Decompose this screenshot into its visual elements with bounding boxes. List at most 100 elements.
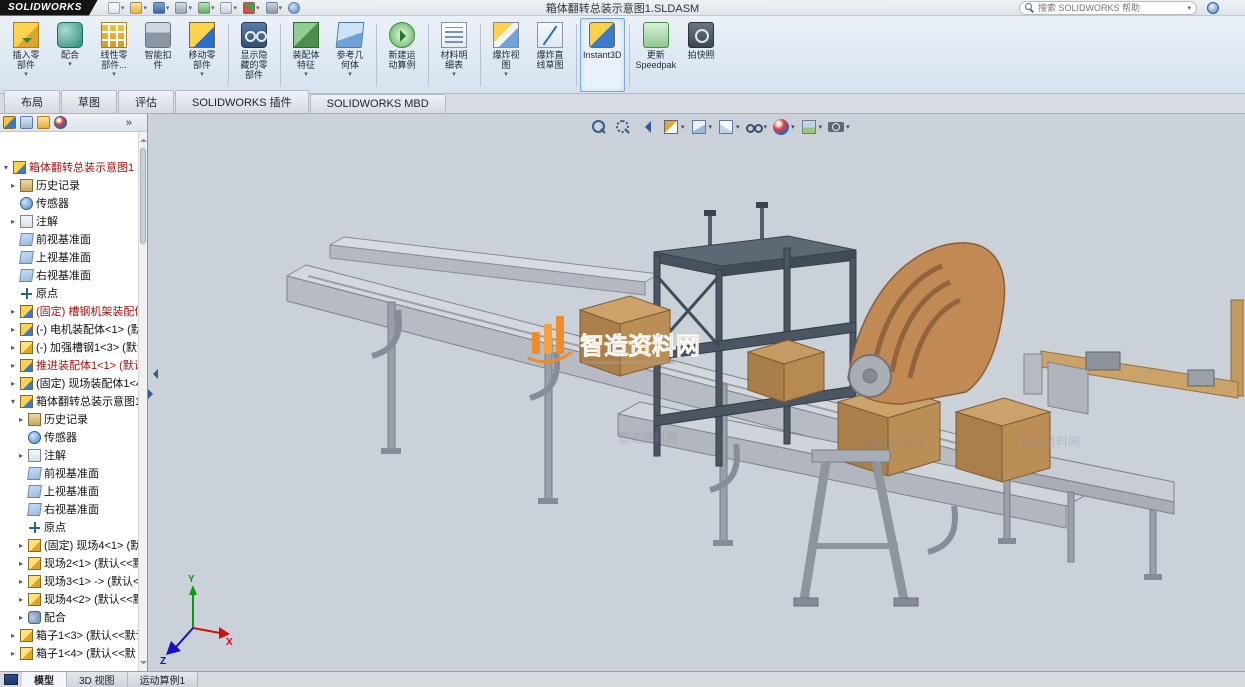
dropdown-caret[interactable]: ▾ <box>681 123 685 131</box>
view-tool-button[interactable]: ▾ <box>827 118 850 136</box>
tree-item[interactable]: ▸ 现场3<1> -> (默认<< <box>0 572 147 590</box>
tree-item[interactable]: ▸ 注解 <box>0 212 147 230</box>
tree-item[interactable]: ▸ (固定) 槽钢机架装配体<1 <box>0 302 147 320</box>
ribbon-button[interactable]: 爆炸视 图 ▾ <box>484 18 528 92</box>
dropdown-caret[interactable]: ▾ <box>166 4 170 12</box>
ribbon-button[interactable]: 移动零 部件 ▾ <box>180 18 224 92</box>
tree-item[interactable]: ▸ 现场2<1> (默认<<默 <box>0 554 147 572</box>
search-input[interactable] <box>1038 3 1184 13</box>
dropdown-caret[interactable]: ▾ <box>68 60 72 69</box>
expand-arrow[interactable]: ▾ <box>2 163 10 172</box>
dropdown-caret[interactable]: ▾ <box>279 4 283 12</box>
ribbon-button[interactable]: 爆炸直 线草图 <box>528 18 572 92</box>
dropdown-caret[interactable]: ▾ <box>112 70 116 79</box>
quick-tool-button[interactable]: ▾ <box>151 2 172 14</box>
featuremanager-tab-icon[interactable] <box>3 116 16 129</box>
expand-arrow[interactable]: ▸ <box>9 379 17 388</box>
dropdown-caret[interactable]: ▾ <box>348 70 352 79</box>
ribbon-button[interactable]: 配合 ▾ <box>48 18 92 92</box>
tree-item[interactable]: 前视基准面 <box>0 230 147 248</box>
scrollbar-thumb[interactable] <box>140 148 146 244</box>
dropdown-caret[interactable]: ▾ <box>304 70 308 79</box>
tree-item[interactable]: ▸ (固定) 现场4<1> (默认 <box>0 536 147 554</box>
dropdown-caret[interactable]: ▾ <box>211 4 215 12</box>
collapse-panel-arrow-icon[interactable] <box>148 369 158 379</box>
dropdown-caret[interactable]: ▾ <box>233 4 237 12</box>
tree-item[interactable]: ▸ 历史记录 <box>0 410 147 428</box>
command-manager-tab[interactable]: 草图 <box>61 90 117 113</box>
dropdown-caret[interactable]: ▾ <box>736 123 740 131</box>
tree-item[interactable]: 原点 <box>0 284 147 302</box>
view-tool-button[interactable]: ▾ <box>717 118 740 136</box>
help-search-box[interactable]: ▾ <box>1019 1 1197 15</box>
quick-tool-button[interactable]: ▾ <box>196 2 217 14</box>
dropdown-caret[interactable]: ▾ <box>24 70 28 79</box>
expand-arrow[interactable]: ▸ <box>17 595 25 604</box>
dropdown-caret[interactable]: ▾ <box>791 123 795 131</box>
tree-item[interactable]: ▸ 推进装配体1<1> (默认 <box>0 356 147 374</box>
dropdown-caret[interactable]: ▾ <box>846 123 850 131</box>
dropdown-caret[interactable]: ▾ <box>764 123 768 131</box>
quick-tool-button[interactable]: ▾ <box>264 2 285 14</box>
quick-tool-button[interactable]: ▾ <box>106 2 127 14</box>
scroll-up-arrow-icon[interactable] <box>140 136 147 142</box>
view-tool-button[interactable]: ▾ <box>690 118 713 136</box>
expand-arrow[interactable]: ▾ <box>9 397 17 406</box>
tree-item[interactable]: 传感器 <box>0 428 147 446</box>
graphics-area[interactable]: 智造资料网 智造资料网 智造资料网 智造资料网 Y X Z <box>148 114 1245 671</box>
expand-arrow[interactable]: ▸ <box>17 559 25 568</box>
ribbon-button[interactable]: 装配体 特征 ▾ <box>284 18 328 92</box>
dropdown-caret[interactable]: ▾ <box>256 4 260 12</box>
tree-item[interactable]: ▸ (固定) 现场装配体1<4> (默 <box>0 374 147 392</box>
view-tool-button[interactable]: ▾ <box>662 118 685 136</box>
ribbon-button[interactable]: 更新 Speedpak <box>633 18 680 92</box>
command-manager-tab[interactable]: SOLIDWORKS 插件 <box>175 90 309 113</box>
dropdown-caret[interactable]: ▾ <box>121 4 125 12</box>
tree-item[interactable]: ▸ 历史记录 <box>0 176 147 194</box>
view-tool-button[interactable]: ▾ <box>772 118 795 136</box>
tree-item[interactable]: ▸ 现场4<2> (默认<<默 <box>0 590 147 608</box>
view-tool-button[interactable]: ▾ <box>745 118 768 136</box>
dropdown-caret[interactable]: ▾ <box>200 70 204 79</box>
expand-arrow[interactable]: ▸ <box>17 541 25 550</box>
document-tab[interactable]: 运动算例1 <box>128 672 199 687</box>
tree-item[interactable]: ▸ 箱子1<3> (默认<<默认 <box>0 626 147 644</box>
search-dropdown-caret[interactable]: ▾ <box>1187 4 1191 12</box>
command-manager-tab[interactable]: 评估 <box>118 90 174 113</box>
tree-item[interactable]: 上视基准面 <box>0 248 147 266</box>
ribbon-button[interactable]: 材料明 细表 ▾ <box>432 18 476 92</box>
tree-item[interactable]: 原点 <box>0 518 147 536</box>
displaymanager-tab-icon[interactable] <box>54 116 67 129</box>
expand-arrow[interactable]: ▸ <box>17 415 25 424</box>
tree-item[interactable]: ▸ 配合 <box>0 608 147 626</box>
3d-model-view[interactable]: 智造资料网 智造资料网 智造资料网 智造资料网 Y X Z <box>148 114 1245 671</box>
dropdown-caret[interactable]: ▾ <box>709 123 713 131</box>
tree-item[interactable]: ▸ (-) 电机装配体<1> (默认< <box>0 320 147 338</box>
tree-item[interactable]: ▾ 箱体翻转总装示意图1 (默 <box>0 158 147 176</box>
tree-item[interactable]: 右视基准面 <box>0 500 147 518</box>
panel-overflow-chevron[interactable]: » <box>126 117 144 129</box>
tree-item[interactable]: ▸ (-) 加强槽钢1<3> (默认<< <box>0 338 147 356</box>
expand-arrow[interactable]: ▸ <box>9 649 17 658</box>
tree-item[interactable]: ▾ 箱体翻转总装示意图1 <box>0 392 147 410</box>
view-tool-button[interactable] <box>614 118 633 136</box>
ribbon-button[interactable]: 显示隐 藏的零 部件 <box>232 18 276 92</box>
document-tab[interactable]: 3D 视图 <box>67 672 128 687</box>
window-menu-icon[interactable] <box>4 674 18 685</box>
ribbon-button[interactable]: 智能扣 件 <box>136 18 180 92</box>
expand-arrow[interactable]: ▸ <box>9 361 17 370</box>
document-tab[interactable]: 模型 <box>22 672 67 687</box>
tree-item[interactable]: ▸ 箱子1<4> (默认<<默 <box>0 644 147 662</box>
expand-arrow[interactable]: ▸ <box>9 217 17 226</box>
dropdown-caret[interactable]: ▾ <box>143 4 147 12</box>
expand-arrow[interactable]: ▸ <box>9 631 17 640</box>
ribbon-button[interactable]: 拍快照 <box>679 18 723 92</box>
quick-tool-button[interactable] <box>286 2 303 14</box>
tree-item[interactable]: 右视基准面 <box>0 266 147 284</box>
ribbon-button[interactable]: 线性零 部件... ▾ <box>92 18 136 92</box>
tree-scrollbar[interactable] <box>138 132 147 671</box>
expand-arrow[interactable]: ▸ <box>17 451 25 460</box>
command-manager-tab[interactable]: SOLIDWORKS MBD <box>310 94 446 113</box>
expand-arrow[interactable]: ▸ <box>9 307 17 316</box>
expand-arrow[interactable]: ▸ <box>9 343 17 352</box>
